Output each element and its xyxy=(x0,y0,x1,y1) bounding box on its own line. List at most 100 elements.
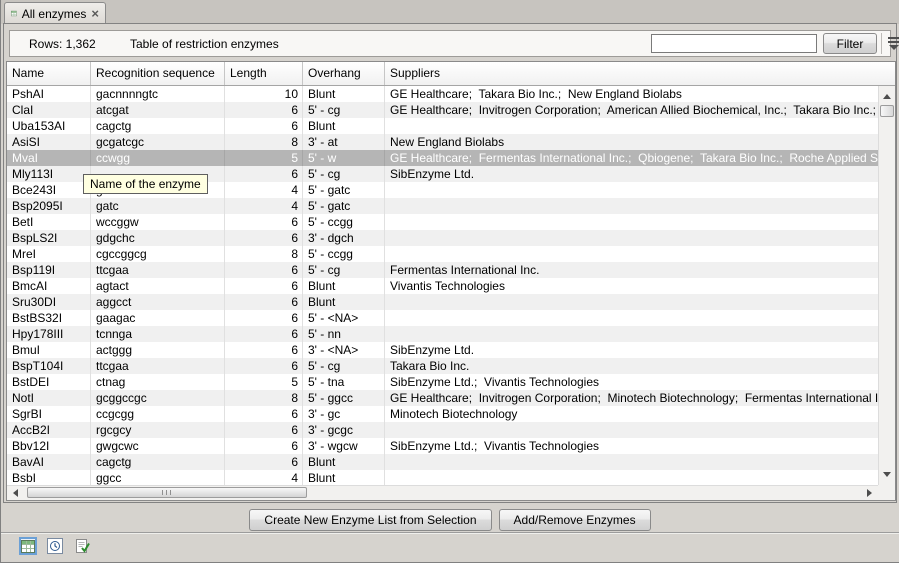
cell-length: 5 xyxy=(225,374,303,390)
cell-length: 8 xyxy=(225,134,303,150)
tab-close-icon[interactable]: × xyxy=(91,8,99,20)
cell-name: Mly113I xyxy=(7,166,91,182)
cell-recognition-sequence: atcgat xyxy=(91,102,225,118)
table-row[interactable]: MvaI ccwgg 5 5' - w GE Healthcare; Ferme… xyxy=(7,150,878,166)
table-row[interactable]: BspT104I ttcgaa 6 5' - cg Takara Bio Inc… xyxy=(7,358,878,374)
cell-suppliers xyxy=(385,454,878,470)
table-row[interactable]: BavAI cagctg 6 Blunt xyxy=(7,454,878,470)
cell-suppliers: GE Healthcare; Invitrogen Corporation; A… xyxy=(385,102,878,118)
table-view-icon[interactable] xyxy=(19,537,37,555)
cell-name: Bsp2095I xyxy=(7,198,91,214)
history-view-icon[interactable] xyxy=(46,537,64,555)
horizontal-scroll-thumb[interactable] xyxy=(27,487,307,498)
cell-overhang: Blunt xyxy=(303,294,385,310)
table-row[interactable]: Bsp119I ttcgaa 6 5' - cg Fermentas Inter… xyxy=(7,262,878,278)
cell-name: MvaI xyxy=(7,150,91,166)
cell-length: 6 xyxy=(225,326,303,342)
table-row[interactable]: BmuI actggg 6 3' - <NA> SibEnzyme Ltd. xyxy=(7,342,878,358)
scroll-right-icon[interactable] xyxy=(867,489,872,497)
cell-recognition-sequence: actggg xyxy=(91,342,225,358)
table-row[interactable]: AccB2I rgcgcy 6 3' - gcgc xyxy=(7,422,878,438)
create-enzyme-list-button[interactable]: Create New Enzyme List from Selection xyxy=(249,509,491,531)
column-header-length[interactable]: Length xyxy=(225,62,303,85)
table-row[interactable]: BsbI ggcc 4 Blunt xyxy=(7,470,878,485)
filter-input[interactable] xyxy=(651,34,817,53)
enzyme-table: Name Recognition sequence Length Overhan… xyxy=(6,61,896,501)
column-header-overhang[interactable]: Overhang xyxy=(303,62,385,85)
cell-recognition-sequence: gatc xyxy=(91,198,225,214)
action-button-row: Create New Enzyme List from Selection Ad… xyxy=(1,509,899,531)
statusbar-separator xyxy=(1,532,899,534)
column-header-recognition-sequence[interactable]: Recognition sequence xyxy=(91,62,225,85)
cell-suppliers xyxy=(385,182,878,198)
cell-recognition-sequence: tcnnga xyxy=(91,326,225,342)
tab-all-enzymes[interactable]: All enzymes × xyxy=(4,2,106,24)
add-remove-enzymes-button[interactable]: Add/Remove Enzymes xyxy=(499,509,651,531)
vertical-scrollbar[interactable] xyxy=(878,86,895,485)
table-row[interactable]: Bbv12I gwgcwc 6 3' - wgcw SibEnzyme Ltd.… xyxy=(7,438,878,454)
table-row[interactable]: Bsp2095I gatc 4 5' - gatc xyxy=(7,198,878,214)
cell-overhang: 3' - gc xyxy=(303,406,385,422)
horizontal-scrollbar[interactable] xyxy=(7,485,878,500)
cell-overhang: 5' - nn xyxy=(303,326,385,342)
vertical-scroll-thumb[interactable] xyxy=(880,105,894,117)
table-row[interactable]: Uba153AI cagctg 6 Blunt xyxy=(7,118,878,134)
cell-length: 4 xyxy=(225,182,303,198)
filter-lines-dropdown-icon[interactable] xyxy=(886,37,899,51)
table-row[interactable]: SgrBI ccgcgg 6 3' - gc Minotech Biotechn… xyxy=(7,406,878,422)
table-row[interactable]: MreI cgccggcg 8 5' - ccgg xyxy=(7,246,878,262)
cell-overhang: 5' - cg xyxy=(303,262,385,278)
scroll-left-icon[interactable] xyxy=(13,489,18,497)
table-row[interactable]: BmcAI agtact 6 Blunt Vivantis Technologi… xyxy=(7,278,878,294)
tooltip: Name of the enzyme xyxy=(83,174,208,194)
rows-count-label: Rows: 1,362 xyxy=(29,37,96,51)
column-header-suppliers[interactable]: Suppliers xyxy=(385,62,895,85)
table-row[interactable]: ClaI atcgat 6 5' - cg GE Healthcare; Inv… xyxy=(7,102,878,118)
cell-overhang: 3' - wgcw xyxy=(303,438,385,454)
table-row[interactable]: AsiSI gcgatcgc 8 3' - at New England Bio… xyxy=(7,134,878,150)
cell-overhang: 3' - <NA> xyxy=(303,342,385,358)
cell-length: 6 xyxy=(225,166,303,182)
element-info-view-icon[interactable] xyxy=(73,537,91,555)
scroll-down-icon[interactable] xyxy=(883,472,891,477)
cell-name: BmcAI xyxy=(7,278,91,294)
cell-recognition-sequence: ttcgaa xyxy=(91,262,225,278)
cell-recognition-sequence: cagctg xyxy=(91,454,225,470)
cell-overhang: 5' - gatc xyxy=(303,198,385,214)
cell-overhang: 3' - dgch xyxy=(303,230,385,246)
table-grid-icon xyxy=(11,7,17,20)
cell-overhang: Blunt xyxy=(303,118,385,134)
table-subtitle: Table of restriction enzymes xyxy=(130,37,279,51)
cell-recognition-sequence: wccggw xyxy=(91,214,225,230)
table-row[interactable]: BstBS32I gaagac 6 5' - <NA> xyxy=(7,310,878,326)
table-row[interactable]: BspLS2I gdgchc 6 3' - dgch xyxy=(7,230,878,246)
table-row[interactable]: PshAI gacnnnngtc 10 Blunt GE Healthcare;… xyxy=(7,86,878,102)
cell-length: 6 xyxy=(225,310,303,326)
cell-length: 6 xyxy=(225,406,303,422)
cell-length: 8 xyxy=(225,246,303,262)
table-row[interactable]: BstDEI ctnag 5 5' - tna SibEnzyme Ltd.; … xyxy=(7,374,878,390)
cell-name: AccB2I xyxy=(7,422,91,438)
table-row[interactable]: Sru30DI aggcct 6 Blunt xyxy=(7,294,878,310)
table-body: PshAI gacnnnngtc 10 Blunt GE Healthcare;… xyxy=(7,86,878,485)
cell-name: NotI xyxy=(7,390,91,406)
cell-name: ClaI xyxy=(7,102,91,118)
tab-bar: All enzymes × xyxy=(1,0,899,24)
cell-name: BsbI xyxy=(7,470,91,485)
cell-length: 6 xyxy=(225,422,303,438)
cell-suppliers xyxy=(385,470,878,485)
cell-length: 6 xyxy=(225,294,303,310)
cell-suppliers: GE Healthcare; Takara Bio Inc.; New Engl… xyxy=(385,86,878,102)
cell-length: 8 xyxy=(225,390,303,406)
scroll-up-icon[interactable] xyxy=(883,94,891,99)
column-header-name[interactable]: Name xyxy=(7,62,91,85)
cell-length: 10 xyxy=(225,86,303,102)
content-panel: Rows: 1,362 Table of restriction enzymes… xyxy=(3,23,897,503)
filter-button[interactable]: Filter xyxy=(823,33,877,54)
table-row[interactable]: NotI gcggccgc 8 5' - ggcc GE Healthcare;… xyxy=(7,390,878,406)
table-row[interactable]: Hpy178III tcnnga 6 5' - nn xyxy=(7,326,878,342)
cell-recognition-sequence: gdgchc xyxy=(91,230,225,246)
table-row[interactable]: BetI wccggw 6 5' - ccgg xyxy=(7,214,878,230)
thumb-grip xyxy=(162,490,172,495)
cell-name: Uba153AI xyxy=(7,118,91,134)
